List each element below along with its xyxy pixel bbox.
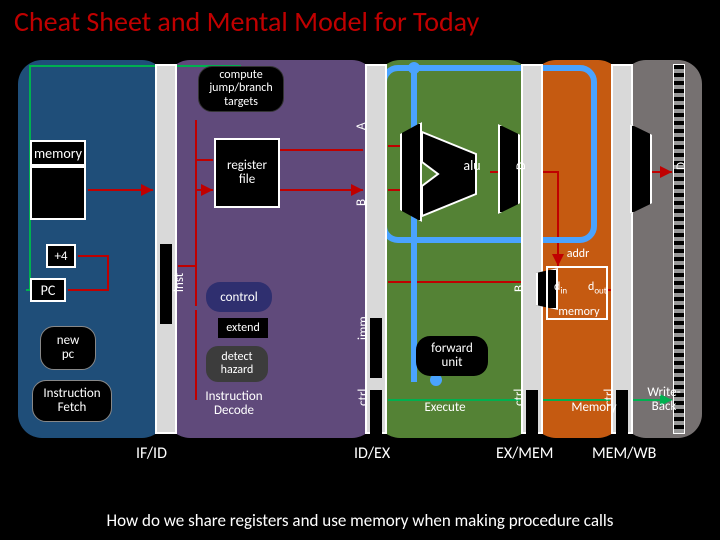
port-inst: inst <box>172 273 187 292</box>
pc-register: PC <box>30 278 66 302</box>
wb-mux-bar <box>673 64 685 434</box>
mem-addr-label: addr <box>558 246 598 262</box>
wb-result-mux <box>630 124 652 214</box>
data-memory-label: memory <box>552 304 606 320</box>
stage-id <box>166 60 376 438</box>
hazard-detect: detect hazard <box>206 346 268 382</box>
slide-title: Cheat Sheet and Mental Model for Today <box>14 4 706 39</box>
compute-branch-targets: compute jump/branch targets <box>198 66 284 112</box>
port-imm: imm <box>356 316 371 340</box>
alu-input-mux <box>400 122 422 222</box>
imem-label: memory <box>30 140 86 166</box>
reg-label-memwb: MEM/WB <box>592 444 656 463</box>
reg-label-exmem: EX/MEM <box>496 444 553 463</box>
pipeline-reg-memwb <box>611 64 633 434</box>
port-b: B <box>354 199 369 206</box>
register-file: register file <box>214 138 280 208</box>
mem-dout-label: dout <box>588 280 607 296</box>
pipeline-diagram: memory +4 PC new pc Instruction Fetch co… <box>18 50 702 470</box>
pc-plus4-adder: +4 <box>46 244 76 268</box>
port-ctrl-exmem: ctrl <box>512 389 527 406</box>
execute-label: Execute <box>414 396 476 418</box>
pipeline-reg-ifid <box>155 64 177 434</box>
pipeline-reg-idex <box>365 64 387 434</box>
pipeline-reg-exmem <box>521 64 543 434</box>
alu-label: alu <box>456 154 488 176</box>
reg-label-idex: ID/EX <box>354 444 390 463</box>
new-pc-label: new pc <box>40 326 96 370</box>
port-d-exmem: D <box>514 162 529 170</box>
slide-footer-question: How do we share registers and use memory… <box>0 510 720 531</box>
stage-ex <box>376 60 532 438</box>
forward-unit: forward unit <box>416 336 488 376</box>
port-a: A <box>354 122 369 130</box>
port-ctrl-idex: ctrl <box>356 389 371 406</box>
mem-din-label: din <box>554 280 567 296</box>
writeback-label: Write- Back <box>634 380 694 420</box>
instruction-fetch-label: Instruction Fetch <box>32 380 112 422</box>
control-unit: control <box>206 282 272 312</box>
sign-extend: extend <box>218 318 268 338</box>
instruction-memory <box>30 166 86 220</box>
port-b-exmem: B <box>512 285 527 292</box>
port-d-memwb: D <box>674 162 689 170</box>
instruction-decode-label: Instruction Decode <box>194 386 274 422</box>
port-ctrl-memwb: ctrl <box>602 389 617 406</box>
reg-label-ifid: IF/ID <box>136 444 167 463</box>
